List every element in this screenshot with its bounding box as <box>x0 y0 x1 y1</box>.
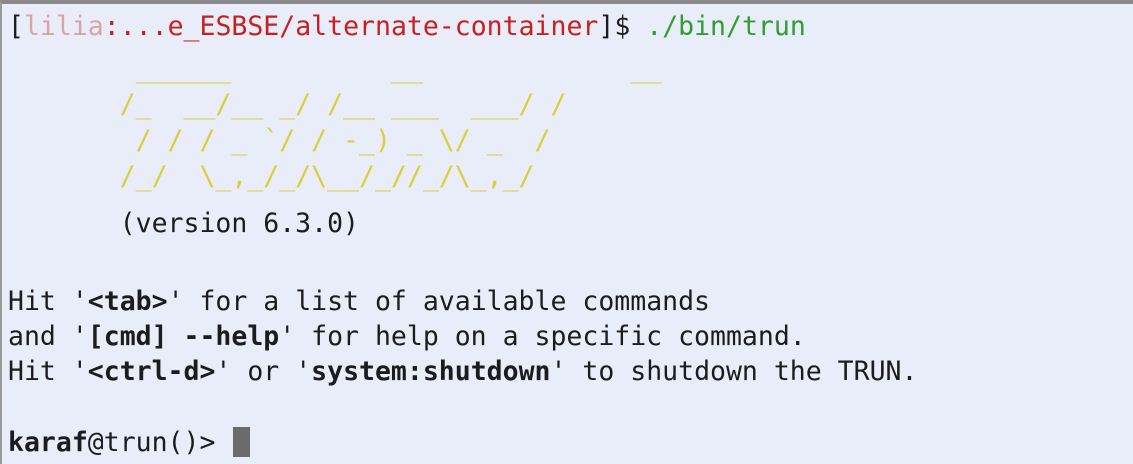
prompt-open-bracket: [ <box>8 11 24 42</box>
help-line-shutdown-pre: Hit ' <box>8 356 88 387</box>
help-key-tab: <tab> <box>87 286 168 317</box>
talend-ascii-banner: ______ __ __ /_ __/__ _/ /__ ___ ___/ / … <box>119 53 663 192</box>
help-key-ctrl-d: <ctrl-d> <box>87 356 216 387</box>
karaf-user: karaf <box>8 427 88 458</box>
help-line-shutdown-mid: ' or ' <box>215 356 312 387</box>
help-line-cmd: and '[cmd] --help' for help on a specifi… <box>8 320 806 354</box>
karaf-host: @trun()> <box>87 427 232 458</box>
karaf-prompt-line[interactable]: karaf@trun()> <box>8 426 251 460</box>
prompt-command: ./bin/trun <box>646 11 806 42</box>
help-line-tab-pre: Hit ' <box>8 286 88 317</box>
version-text: (version 6.3.0) <box>8 208 359 239</box>
help-key-cmd-help: [cmd] --help <box>87 321 280 352</box>
terminal-window[interactable]: [lilia:...e_ESBSE/alternate-container]$ … <box>0 0 1133 464</box>
prompt-user: lilia <box>23 11 104 42</box>
text-cursor[interactable] <box>233 427 251 457</box>
shell-prompt-line: [lilia:...e_ESBSE/alternate-container]$ … <box>8 10 806 44</box>
prompt-path: ...e_ESBSE/alternate-container <box>119 11 599 42</box>
help-key-system-shutdown: system:shutdown <box>311 356 551 387</box>
help-line-shutdown-post: ' to shutdown the TRUN. <box>550 356 918 387</box>
prompt-close: ]$ <box>598 11 647 42</box>
help-line-shutdown: Hit '<ctrl-d>' or 'system:shutdown' to s… <box>8 355 917 389</box>
prompt-separator: : <box>103 11 120 42</box>
help-line-tab: Hit '<tab>' for a list of available comm… <box>8 285 710 319</box>
help-line-tab-post: ' for a list of available commands <box>167 286 711 317</box>
help-line-cmd-post: ' for help on a specific command. <box>279 321 806 352</box>
help-line-cmd-pre: and ' <box>8 321 88 352</box>
